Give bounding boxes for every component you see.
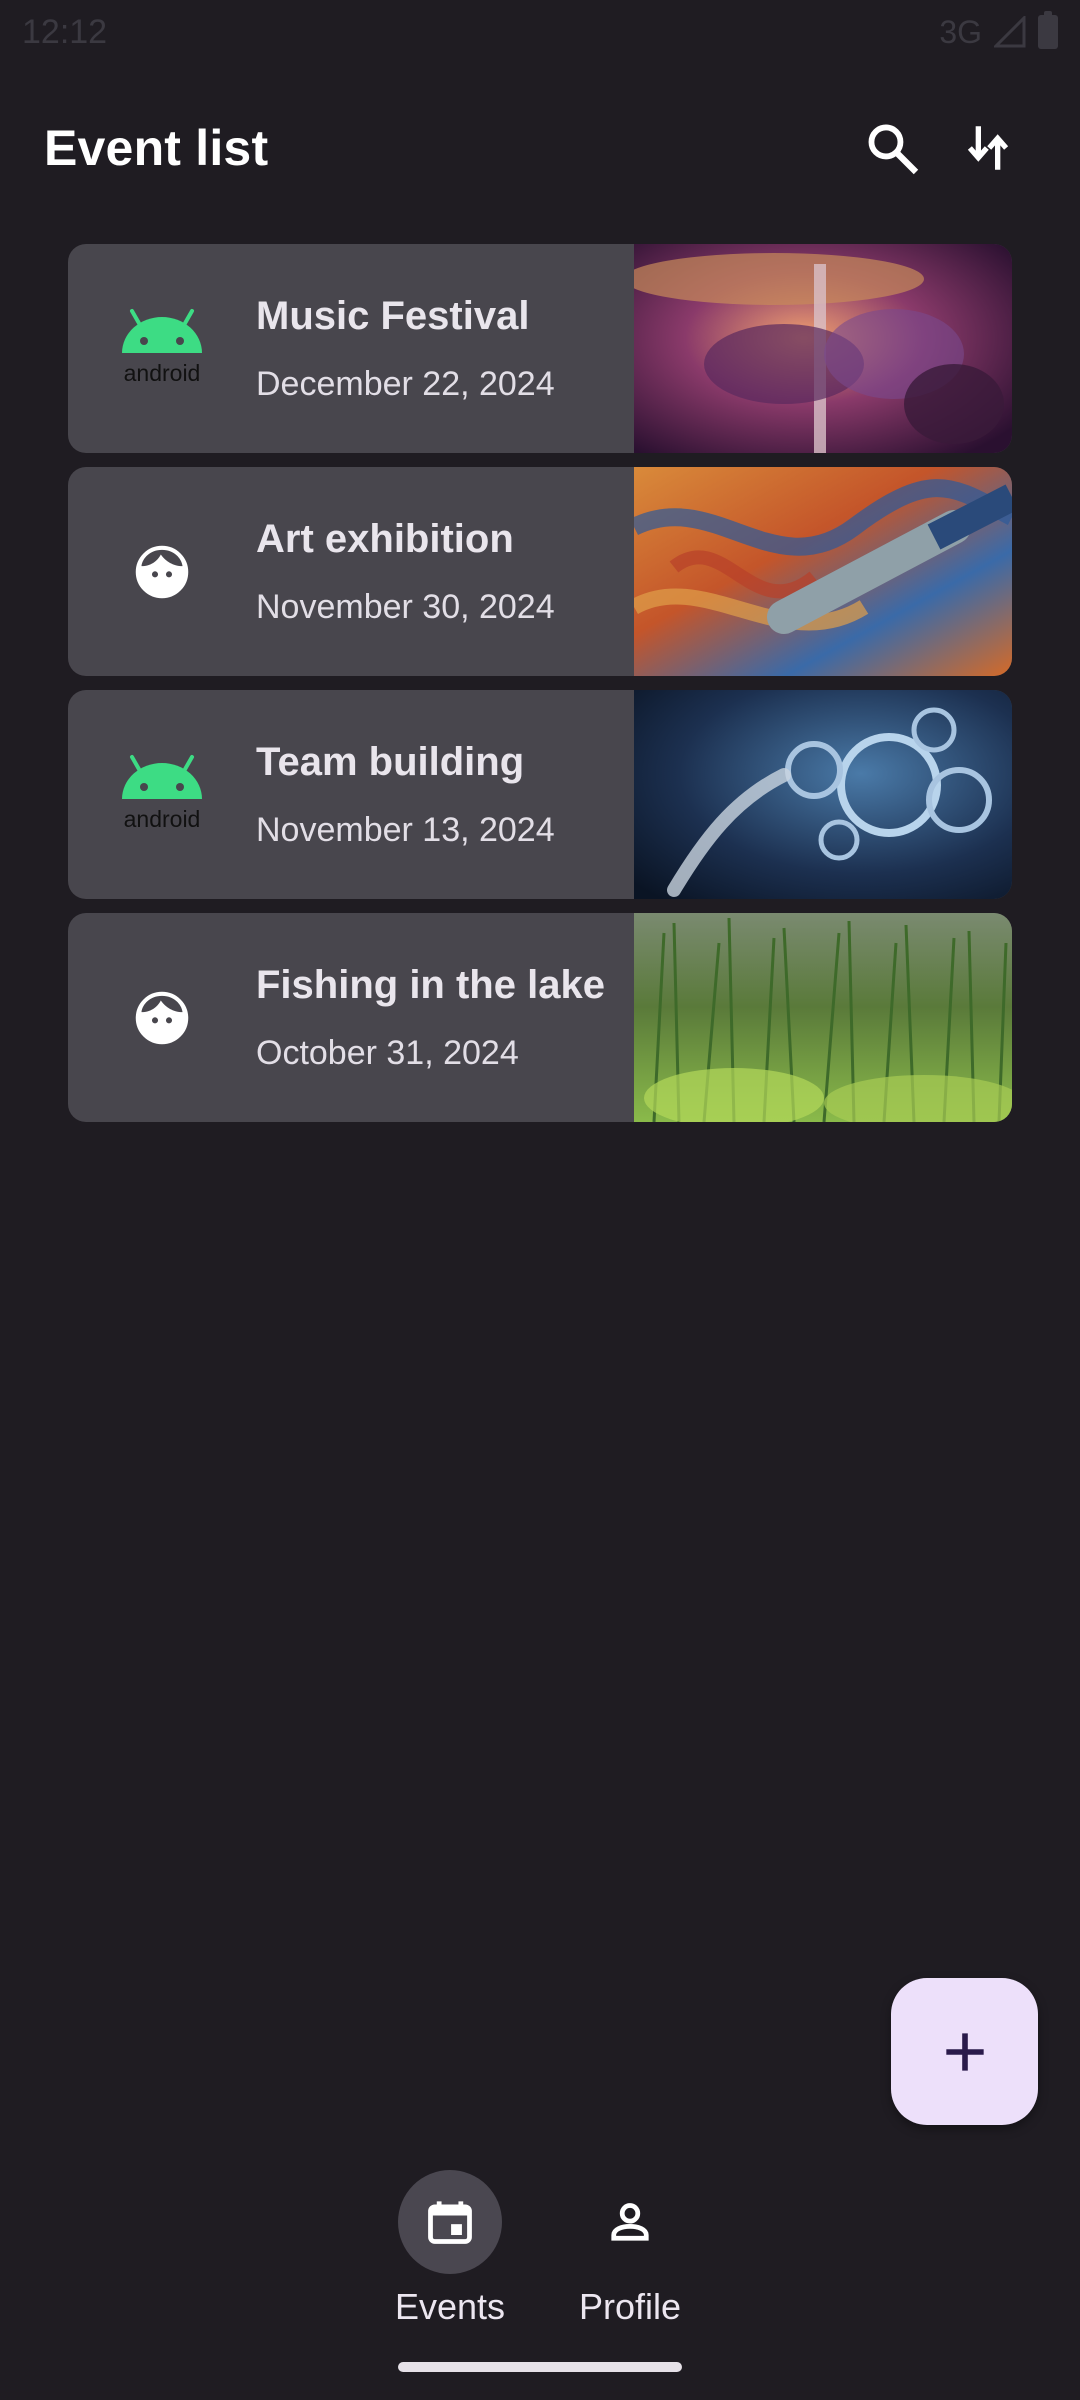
battery-icon xyxy=(1038,11,1058,49)
android-logo-icon: android xyxy=(122,308,202,386)
calendar-icon xyxy=(428,2201,472,2244)
add-event-button[interactable] xyxy=(891,1978,1038,2125)
nav-item-events[interactable]: Events xyxy=(388,2170,512,2340)
drum-kit-photo xyxy=(634,244,1012,453)
card-text: Music Festival December 22, 2024 xyxy=(256,244,634,453)
search-icon xyxy=(868,124,919,175)
event-title: Fishing in the lake xyxy=(256,962,605,1007)
paintbrush-photo xyxy=(634,467,1012,676)
face-icon xyxy=(135,991,189,1044)
event-date: October 31, 2024 xyxy=(256,1033,519,1072)
search-button[interactable] xyxy=(844,100,940,196)
status-icons: 3G xyxy=(939,11,1058,51)
card-text: Art exhibition November 30, 2024 xyxy=(256,467,634,676)
card-lead: android xyxy=(68,690,256,899)
nav-label: Events xyxy=(394,2286,506,2327)
event-title: Team building xyxy=(256,739,525,784)
sort-button[interactable] xyxy=(940,100,1036,196)
event-date: November 13, 2024 xyxy=(256,810,555,849)
nav-item-profile[interactable]: Profile xyxy=(568,2170,692,2340)
plus-icon xyxy=(945,2032,984,2071)
card-text: Team building November 13, 2024 xyxy=(256,690,634,899)
event-date: December 22, 2024 xyxy=(256,364,555,403)
card-text: Fishing in the lake October 31, 2024 xyxy=(256,913,634,1122)
face-icon xyxy=(135,545,189,598)
status-bar: 12:12 3G xyxy=(0,0,1080,64)
nav-indicator xyxy=(578,2170,682,2274)
event-list: android Music Festival December 22, 2024 xyxy=(68,244,1012,1122)
person-icon xyxy=(611,2203,649,2241)
nav-label: Profile xyxy=(578,2286,682,2327)
android-logo-icon: android xyxy=(122,754,202,832)
status-time: 12:12 xyxy=(22,12,108,51)
nav-indicator xyxy=(398,2170,502,2274)
event-card[interactable]: Fishing in the lake October 31, 2024 xyxy=(68,913,1012,1122)
card-lead xyxy=(68,913,256,1122)
lake-reeds-photo xyxy=(634,913,1012,1122)
svg-text:android: android xyxy=(124,360,201,386)
event-date: November 30, 2024 xyxy=(256,587,555,626)
top-app-bar: Event list xyxy=(0,100,1080,196)
bottom-navigation: Events Profile xyxy=(0,2170,1080,2340)
card-lead xyxy=(68,467,256,676)
event-card[interactable]: android Team building November 13, 2024 xyxy=(68,690,1012,899)
gears-competence-photo xyxy=(634,690,1012,899)
event-card[interactable]: Art exhibition November 30, 2024 xyxy=(68,467,1012,676)
svg-text:android: android xyxy=(124,806,201,832)
page-title: Event list xyxy=(44,120,269,176)
event-title: Music Festival xyxy=(256,293,530,338)
sort-icon xyxy=(967,126,1009,170)
gesture-handle xyxy=(398,2362,682,2372)
event-title: Art exhibition xyxy=(256,516,514,561)
signal-icon xyxy=(994,16,1026,48)
event-card[interactable]: android Music Festival December 22, 2024 xyxy=(68,244,1012,453)
card-lead: android xyxy=(68,244,256,453)
network-type: 3G xyxy=(939,13,982,50)
